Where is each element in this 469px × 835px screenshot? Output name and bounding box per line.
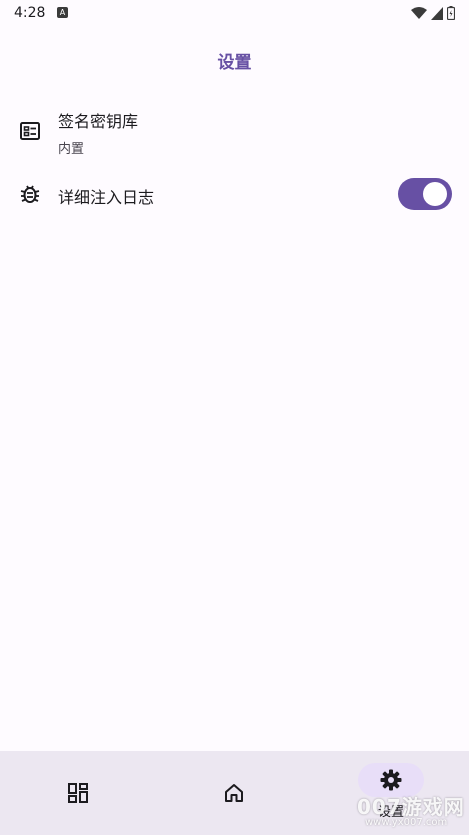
apps-grid-icon — [68, 783, 88, 803]
battery-icon — [447, 6, 455, 20]
home-icon — [225, 784, 243, 802]
notification-icon: A — [57, 7, 68, 18]
toggle-thumb — [423, 182, 447, 206]
watermark-url: www.yx007.com — [365, 817, 448, 828]
verbose-log-title: 详细注入日志 — [58, 188, 155, 207]
verbose-log-toggle[interactable] — [398, 178, 452, 210]
watermark-text: 007游戏网 — [357, 795, 465, 819]
watermark: 007游戏网 www.yx007.com — [355, 785, 467, 835]
keystore-card-icon — [20, 122, 40, 140]
status-bar: 4:28 A — [0, 0, 469, 28]
settings-item-verbose-log[interactable]: 详细注入日志 — [0, 174, 469, 214]
nav-item-home[interactable] — [156, 751, 312, 835]
bug-icon — [20, 185, 40, 203]
signal-icon — [431, 6, 443, 20]
status-icons — [411, 6, 455, 20]
nav-item-apps[interactable] — [0, 751, 156, 835]
wifi-icon — [411, 6, 427, 19]
keystore-title: 签名密钥库 — [58, 112, 139, 131]
keystore-subtitle: 内置 — [58, 142, 85, 157]
status-time: 4:28 — [14, 5, 46, 21]
settings-item-keystore[interactable]: 签名密钥库 内置 — [0, 104, 469, 160]
page-title: 设置 — [217, 53, 252, 73]
